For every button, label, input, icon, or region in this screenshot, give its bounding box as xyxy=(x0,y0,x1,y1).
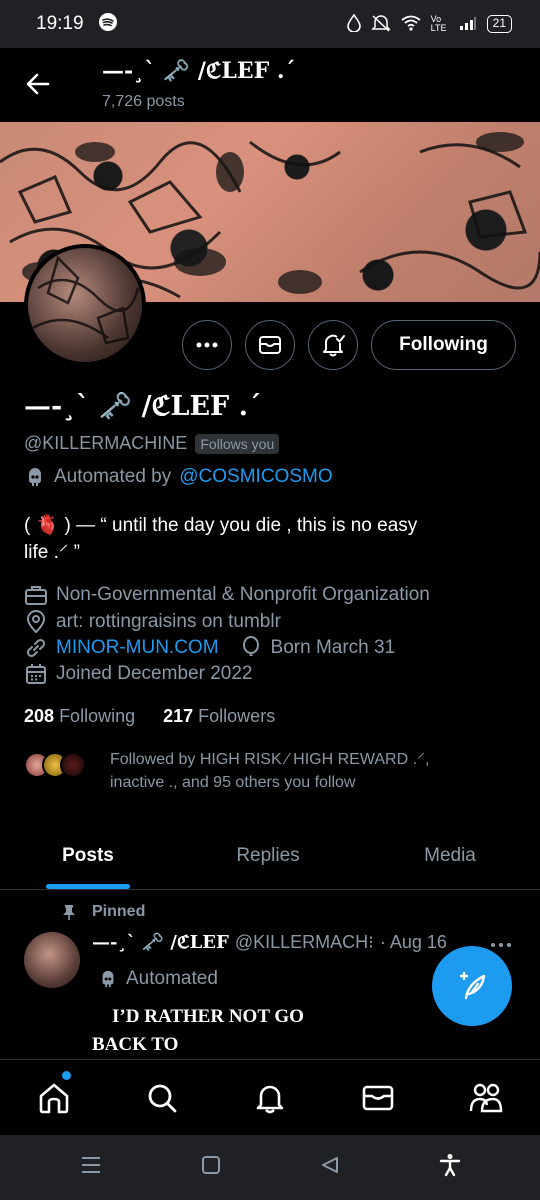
tab-media[interactable]: Media xyxy=(360,822,540,889)
location-pin-icon xyxy=(26,610,46,634)
profile-tabs: Posts Replies Media xyxy=(0,822,540,890)
message-button[interactable] xyxy=(245,320,295,370)
automated-by-link[interactable]: @COSMICOSMO xyxy=(179,466,332,488)
profile-avatar[interactable] xyxy=(24,244,146,366)
category-row: Non-Governmental & Nonprofit Organizatio… xyxy=(24,584,430,606)
pinned-indicator: Pinned xyxy=(60,903,145,921)
post-text-line-2: BACK TO xyxy=(92,1034,179,1055)
balloon-icon xyxy=(242,636,259,656)
automated-by-row: Automated by @COSMICOSMO xyxy=(24,466,333,488)
status-bar: 19:19 Vo LTE 21 xyxy=(0,0,540,48)
post-author-handle[interactable]: @KILLERMACH⁝ xyxy=(235,932,374,953)
wifi-icon xyxy=(401,15,421,34)
followed-by-row[interactable]: Followed by HIGH RISK ⁄ HIGH REWARD .⸍, … xyxy=(24,748,490,794)
nav-notifications[interactable] xyxy=(216,1081,324,1115)
post-avatar[interactable] xyxy=(24,932,80,988)
pinned-label: Pinned xyxy=(92,903,146,920)
more-options-button[interactable] xyxy=(182,320,232,370)
calendar-icon xyxy=(26,664,46,684)
bot-icon xyxy=(29,468,41,486)
profile-joined: Joined December 2022 xyxy=(56,663,253,684)
profile-display-name: —-¸` 🗝️ /ℭLEF .´ xyxy=(24,391,262,422)
tab-replies[interactable]: Replies xyxy=(176,822,360,889)
nav-messages[interactable] xyxy=(324,1081,432,1115)
back-triangle-icon[interactable] xyxy=(320,1155,340,1180)
spotify-icon xyxy=(98,12,118,37)
profile-handle-row: @KILLERMACHINE Follows you xyxy=(24,433,280,454)
followed-by-text: Followed by HIGH RISK ⁄ HIGH REWARD .⸍, … xyxy=(110,748,490,794)
envelope-icon xyxy=(362,1085,394,1110)
envelope-icon xyxy=(259,336,281,354)
volte-label: Vo LTE xyxy=(430,14,447,33)
bio-line-2: life .⸍ ” xyxy=(24,542,80,563)
tab-posts[interactable]: Posts xyxy=(0,822,176,889)
unread-dot xyxy=(62,1070,71,1080)
bio-line-1: ( 🫀 ) — “ until the day you die , this i… xyxy=(24,515,418,536)
mutual-avatar xyxy=(60,752,86,778)
nav-search[interactable] xyxy=(108,1081,216,1115)
following-count: 208 xyxy=(24,706,55,726)
app-bar: —-¸` 🗝️ /ℭLEF .´ 7,726 posts xyxy=(0,48,540,122)
followers-stat[interactable]: 217 Followers xyxy=(163,706,275,727)
briefcase-icon xyxy=(25,586,47,605)
feather-plus-icon xyxy=(459,971,486,1000)
bot-icon xyxy=(102,970,114,988)
recent-apps-icon[interactable] xyxy=(80,1155,102,1180)
post-text: I’D RATHER NOT GO BACK TO xyxy=(92,1003,392,1059)
following-label: Following xyxy=(59,706,136,726)
battery-indicator: 21 xyxy=(486,15,512,33)
home-square-icon[interactable] xyxy=(201,1155,221,1180)
communities-icon xyxy=(469,1083,503,1112)
website-birthday-row: MINOR-MUN.COM Born March 31 xyxy=(24,636,395,660)
profile-category: Non-Governmental & Nonprofit Organizatio… xyxy=(56,584,430,605)
profile-handle: @KILLERMACHINE xyxy=(24,433,188,453)
followed-by-line-2: inactive ., and 95 others you follow xyxy=(110,774,356,791)
profile-bio: ( 🫀 ) — “ until the day you die , this i… xyxy=(24,512,504,566)
follow-stats: 208 Following 217 Followers xyxy=(24,706,275,727)
data-saver-icon xyxy=(346,13,361,35)
post-more-icon[interactable] xyxy=(490,932,512,953)
link-icon xyxy=(26,638,46,658)
nav-home[interactable] xyxy=(0,1070,108,1115)
search-icon xyxy=(148,1084,177,1112)
followers-count: 217 xyxy=(163,706,194,726)
post-date: · Aug 16 xyxy=(379,932,447,952)
more-dots-icon xyxy=(196,342,218,348)
posts-count: 7,726 posts xyxy=(102,93,185,110)
post-text-line-1: I’D RATHER NOT GO xyxy=(112,1006,304,1027)
following-stat[interactable]: 208 Following xyxy=(24,706,135,727)
status-time: 19:19 xyxy=(36,13,84,34)
system-navigation-bar xyxy=(0,1135,540,1200)
bottom-navigation xyxy=(0,1059,540,1135)
bell-icon xyxy=(256,1085,284,1113)
post-author-name[interactable]: —-¸` 🗝️ /ℭLEF xyxy=(92,932,229,953)
followers-label: Followers xyxy=(198,706,276,726)
following-button[interactable]: Following xyxy=(371,320,516,370)
post-automated-label: Automated xyxy=(126,968,218,989)
post-automated-row: Automated xyxy=(98,968,218,990)
mutual-avatars xyxy=(24,752,86,778)
nav-communities[interactable] xyxy=(432,1081,540,1115)
profile-location: art: rottingraisins on tumblr xyxy=(56,611,281,632)
notifications-button[interactable] xyxy=(308,320,358,370)
back-arrow-icon[interactable] xyxy=(24,70,52,98)
pin-icon xyxy=(63,905,75,920)
signal-icon xyxy=(459,15,477,34)
accessibility-icon[interactable] xyxy=(439,1153,461,1182)
mute-icon xyxy=(370,14,391,35)
profile-birthday: Born March 31 xyxy=(270,637,396,658)
bell-check-icon xyxy=(323,334,345,357)
header-title: —-¸` 🗝️ /ℭLEF .´ xyxy=(102,58,296,84)
post-header: —-¸` 🗝️ /ℭLEF @KILLERMACH⁝ · Aug 16 xyxy=(92,932,512,953)
joined-row: Joined December 2022 xyxy=(24,662,252,686)
follows-you-badge: Follows you xyxy=(195,433,280,454)
automated-by-label: Automated by xyxy=(54,466,172,487)
followed-by-line-1: Followed by HIGH RISK ⁄ HIGH REWARD .⸍, xyxy=(110,751,430,768)
compose-post-button[interactable] xyxy=(432,946,512,1026)
location-row: art: rottingraisins on tumblr xyxy=(24,610,281,634)
profile-website-link[interactable]: MINOR-MUN.COM xyxy=(56,637,219,659)
home-icon xyxy=(39,1083,69,1113)
